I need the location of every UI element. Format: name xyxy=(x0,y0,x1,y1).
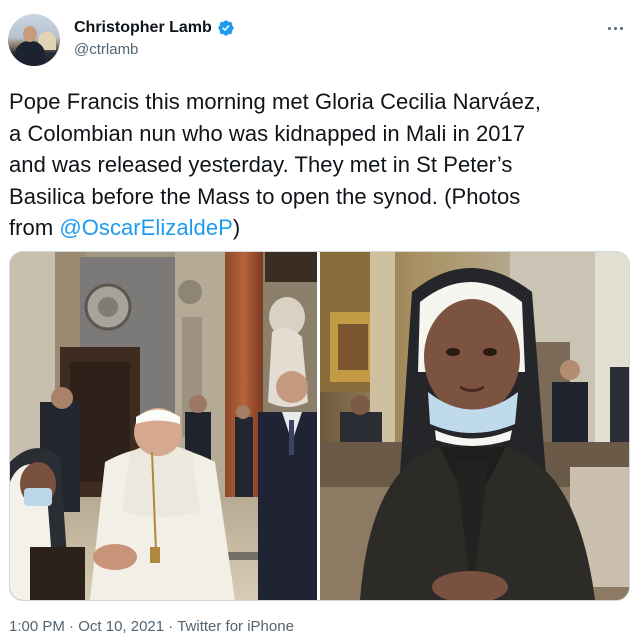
photo-nun-portrait[interactable] xyxy=(320,252,629,600)
avatar-head-shape xyxy=(23,26,37,42)
tweet-text-line: Basilica before the Mass to open the syn… xyxy=(9,183,521,209)
mention-link[interactable]: @OscarElizaldeP xyxy=(59,215,232,240)
tweet-date[interactable]: Oct 10, 2021 xyxy=(78,618,164,635)
tweet-meta: 1:00 PM · Oct 10, 2021 · Twitter for iPh… xyxy=(9,618,294,635)
tweet-text-closing: ) xyxy=(232,215,241,240)
tweet-text-line: and was released yesterday. They met in … xyxy=(9,152,513,177)
tweet-text-line: a Colombian nun who was kidnapped in Mal… xyxy=(9,120,526,146)
meta-separator: · xyxy=(164,618,178,635)
author-handle[interactable]: @ctrlamb xyxy=(74,41,138,58)
author-display-name[interactable]: Christopher Lamb xyxy=(74,19,212,37)
photo-pope-meeting-nun[interactable] xyxy=(10,252,317,600)
photo-pope-meeting-nun-image xyxy=(10,252,317,600)
verified-badge-icon xyxy=(218,20,234,36)
tweet-card: Christopher Lamb @ctrlamb Pope Francis t… xyxy=(0,0,640,643)
photo-nun-portrait-image xyxy=(320,252,629,600)
tweet-text-from: from xyxy=(9,215,60,240)
tweet-text: Pope Francis this morning met Gloria Cec… xyxy=(9,86,624,244)
meta-separator: · xyxy=(64,618,79,635)
tweet-source[interactable]: Twitter for iPhone xyxy=(177,618,294,635)
avatar[interactable] xyxy=(8,14,60,66)
tweet-text-line-last: from @OscarElizaldeP) xyxy=(9,212,624,244)
more-options-icon[interactable] xyxy=(604,22,626,34)
avatar-suit-shape xyxy=(15,41,45,66)
author-name-row[interactable]: Christopher Lamb xyxy=(74,17,235,39)
tweet-time[interactable]: 1:00 PM xyxy=(9,618,65,635)
tweet-text-line: Pope Francis this morning met Gloria Cec… xyxy=(9,89,542,114)
media-grid xyxy=(9,251,630,601)
